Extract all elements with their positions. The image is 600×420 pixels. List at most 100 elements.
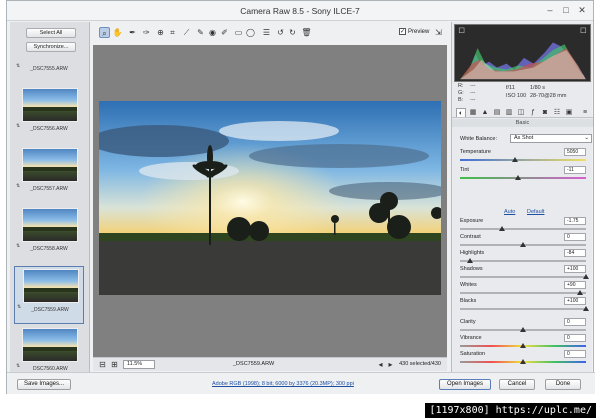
slider-shadows[interactable]: Shadows +100: [460, 265, 589, 282]
done-button[interactable]: Done: [545, 379, 581, 390]
red-eye-icon[interactable]: ◉: [207, 27, 218, 38]
preferences-icon[interactable]: ☰: [261, 27, 272, 38]
slider-track[interactable]: [460, 177, 586, 179]
zoom-out-icon[interactable]: ⊟: [97, 359, 108, 370]
adjustment-brush-icon[interactable]: ✐: [219, 27, 230, 38]
preview-toggle[interactable]: ✓ Preview: [399, 28, 429, 35]
thumbnail-filename: _DSC7557.ARW: [30, 186, 68, 192]
slider-value-field[interactable]: +90: [564, 281, 586, 289]
zoom-in-icon[interactable]: ⊞: [109, 359, 120, 370]
next-image-icon[interactable]: ▸: [385, 359, 396, 370]
slider-blacks[interactable]: Blacks +100: [460, 297, 589, 314]
white-balance-icon[interactable]: ✒: [127, 27, 138, 38]
slider-handle[interactable]: [467, 258, 474, 263]
slider-track[interactable]: [460, 228, 586, 230]
minimize-icon[interactable]: –: [543, 4, 557, 16]
save-images-button[interactable]: Save Images...: [17, 379, 71, 390]
color-sampler-icon[interactable]: ✑: [141, 27, 152, 38]
maximize-icon[interactable]: □: [559, 4, 573, 16]
slider-saturation[interactable]: Saturation 0: [460, 350, 586, 367]
slider-track[interactable]: [460, 159, 586, 161]
tab-tone-curve-icon[interactable]: ▦: [468, 108, 478, 117]
title-bar: Camera Raw 8.5 - Sony ILCE-7 – □ ✕: [7, 1, 593, 21]
slider-value-field[interactable]: +100: [564, 297, 586, 305]
tab-camera-calibration-icon[interactable]: ◙: [540, 108, 550, 117]
panel-menu-icon[interactable]: ≡: [580, 108, 590, 117]
tab-effects-icon[interactable]: ƒ: [528, 108, 538, 117]
crop-icon[interactable]: ⌗: [167, 27, 178, 38]
slider-handle[interactable]: [514, 175, 521, 180]
slider-handle[interactable]: [520, 242, 526, 247]
trash-icon[interactable]: 🗑: [301, 27, 312, 38]
tab-detail-icon[interactable]: ▲: [480, 108, 490, 117]
filmstrip-thumbnail[interactable]: ⇅ _DSC7558.ARW: [14, 206, 84, 264]
slider-handle[interactable]: [520, 359, 526, 364]
slider-handle[interactable]: [520, 343, 526, 348]
slider-value-field[interactable]: 0: [564, 318, 586, 326]
slider-label: Exposure: [460, 218, 484, 224]
tab-snapshots-icon[interactable]: ▣: [564, 108, 574, 117]
slider-whites[interactable]: Whites +90: [460, 281, 586, 298]
slider-handle[interactable]: [576, 290, 583, 295]
hand-icon[interactable]: ✋: [112, 27, 123, 38]
slider-track[interactable]: [460, 260, 586, 262]
synchronize-button[interactable]: Synchronize...: [26, 42, 76, 52]
tab-split-toning-icon[interactable]: ▥: [504, 108, 514, 117]
slider-exposure[interactable]: Exposure -1.75: [460, 217, 586, 234]
slider-handle[interactable]: [583, 274, 589, 279]
select-all-button[interactable]: Select All: [26, 28, 76, 38]
slider-value-field[interactable]: 0: [564, 350, 586, 358]
slider-handle[interactable]: [498, 226, 505, 231]
rotate-cw-icon[interactable]: ↻: [287, 27, 298, 38]
slider-clarity[interactable]: Clarity 0: [460, 318, 586, 335]
default-link[interactable]: Default: [527, 209, 544, 215]
slider-track[interactable]: [460, 276, 586, 278]
slider-track[interactable]: [460, 308, 586, 310]
slider-label: Highlights: [460, 250, 485, 256]
slider-value-field[interactable]: 5050: [564, 148, 586, 156]
tab-presets-icon[interactable]: ☷: [552, 108, 562, 117]
slider-value-field[interactable]: -11: [564, 166, 586, 174]
g-value: ---: [470, 90, 476, 96]
radial-filter-icon[interactable]: ◯: [245, 27, 256, 38]
filmstrip-thumbnail[interactable]: ⇅ _DSC7557.ARW: [14, 146, 84, 204]
straighten-icon[interactable]: ⟋: [181, 27, 192, 38]
close-icon[interactable]: ✕: [575, 4, 589, 16]
workflow-options-link[interactable]: Adobe RGB (1998); 8 bit; 6000 by 3376 (2…: [212, 381, 354, 387]
filmstrip-thumbnail[interactable]: ⇅ _DSC7555.ARW: [14, 62, 84, 84]
zoom-level-select[interactable]: 11.5%: [123, 360, 155, 369]
slider-tint[interactable]: Tint -11: [460, 166, 586, 183]
slider-value-field[interactable]: -1.75: [564, 217, 586, 225]
preview-checkbox[interactable]: ✓: [399, 28, 406, 35]
fullscreen-icon[interactable]: ⇲: [433, 27, 444, 38]
tab-lens-corrections-icon[interactable]: ◫: [516, 108, 526, 117]
slider-value-field[interactable]: 0: [564, 233, 586, 241]
slider-handle[interactable]: [512, 157, 519, 162]
slider-vibrance[interactable]: Vibrance 0: [460, 334, 586, 351]
slider-contrast[interactable]: Contrast 0: [460, 233, 586, 250]
target-adjust-icon[interactable]: ⊕: [155, 27, 166, 38]
slider-track[interactable]: [460, 292, 586, 294]
white-balance-select[interactable]: As Shot ⌄: [510, 134, 592, 143]
filmstrip-thumbnail[interactable]: ⇅ _DSC7556.ARW: [14, 86, 84, 144]
graduated-filter-icon[interactable]: ▭: [233, 27, 244, 38]
zoom-icon[interactable]: ⌕: [99, 27, 110, 38]
auto-link[interactable]: Auto: [504, 209, 515, 215]
slider-handle[interactable]: [520, 327, 526, 332]
slider-value-field[interactable]: -84: [564, 249, 586, 257]
slider-highlights[interactable]: Highlights -84: [460, 249, 586, 266]
slider-handle[interactable]: [583, 306, 589, 311]
open-images-button[interactable]: Open Images: [439, 379, 491, 390]
slider-temperature[interactable]: Temperature 5050: [460, 148, 586, 165]
thumbnail-list[interactable]: ⇅ _DSC7555.ARW ⇅ _DSC7556.ARW ⇅ _DSC7557.ARW ⇅…: [14, 62, 84, 370]
filmstrip-thumbnail[interactable]: ⇅ _DSC7560.ARW: [14, 326, 84, 370]
tab-basic-icon[interactable]: ◐: [456, 108, 466, 117]
slider-value-field[interactable]: 0: [564, 334, 586, 342]
rotate-ccw-icon[interactable]: ↺: [275, 27, 286, 38]
slider-value-field[interactable]: +100: [564, 265, 586, 273]
spot-removal-icon[interactable]: ✎: [195, 27, 206, 38]
tab-hsl-icon[interactable]: ▤: [492, 108, 502, 117]
image-canvas[interactable]: [93, 45, 447, 357]
filmstrip-thumbnail[interactable]: ⇅ _DSC7559.ARW: [14, 266, 84, 324]
cancel-button[interactable]: Cancel: [499, 379, 535, 390]
